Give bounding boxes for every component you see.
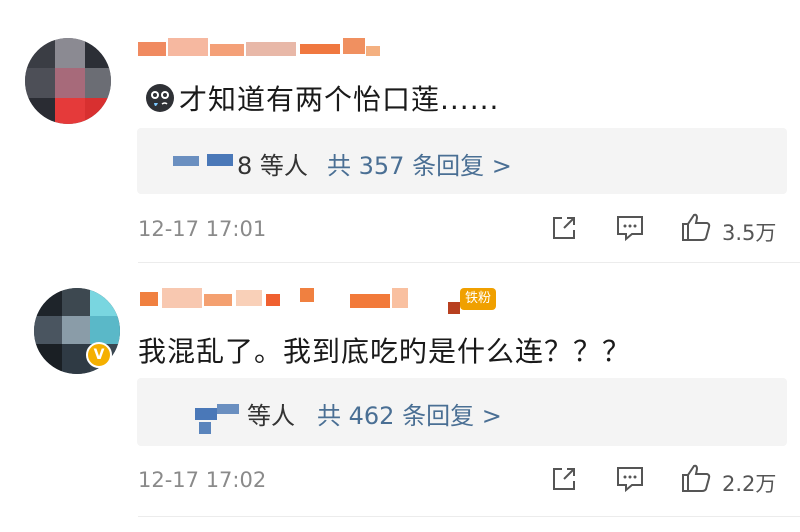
- reply-count-link[interactable]: 共 462 条回复 >: [317, 396, 502, 431]
- comment-1: 才知道有两个怡口莲...... 8 等人 共 357 条回复 > 12-17 1…: [0, 0, 800, 262]
- avatar[interactable]: [25, 38, 111, 124]
- comment-2: V 铁粉 我混乱了。我到底吃旳是什么连？？？ 等人 共 462 条回复 > 12…: [0, 262, 800, 532]
- comment-text: 我混乱了。我到底吃旳是什么连？？？: [138, 335, 632, 368]
- username-pixelated[interactable]: [140, 288, 440, 310]
- like-icon[interactable]: [680, 212, 712, 246]
- comment-time: 12-17 17:02: [138, 468, 267, 492]
- share-icon[interactable]: [550, 465, 578, 497]
- divider: [138, 516, 800, 517]
- comment-icon[interactable]: [615, 214, 645, 246]
- like-count: 3.5万: [722, 221, 777, 245]
- badge-square: [448, 302, 460, 314]
- fan-badge: 铁粉: [460, 288, 496, 310]
- comment-icon[interactable]: [615, 465, 645, 497]
- share-icon[interactable]: [550, 214, 578, 246]
- comment-text: 才知道有两个怡口莲......: [145, 78, 499, 120]
- username-pixelated[interactable]: [138, 38, 388, 60]
- crying-face-icon: [145, 83, 175, 120]
- like-icon[interactable]: [680, 463, 712, 497]
- comment-text-content: 才知道有两个怡口莲......: [179, 83, 500, 116]
- reply-count-link[interactable]: 共 357 条回复 >: [327, 146, 512, 181]
- reply-users: 等人: [247, 402, 295, 430]
- reply-preview[interactable]: 等人 共 462 条回复 >: [137, 378, 787, 446]
- comment-time: 12-17 17:01: [138, 217, 267, 241]
- reply-preview[interactable]: 8 等人 共 357 条回复 >: [137, 128, 787, 194]
- verified-badge-icon: V: [86, 342, 112, 368]
- reply-users: 8 等人: [237, 152, 308, 180]
- like-count: 2.2万: [722, 472, 777, 496]
